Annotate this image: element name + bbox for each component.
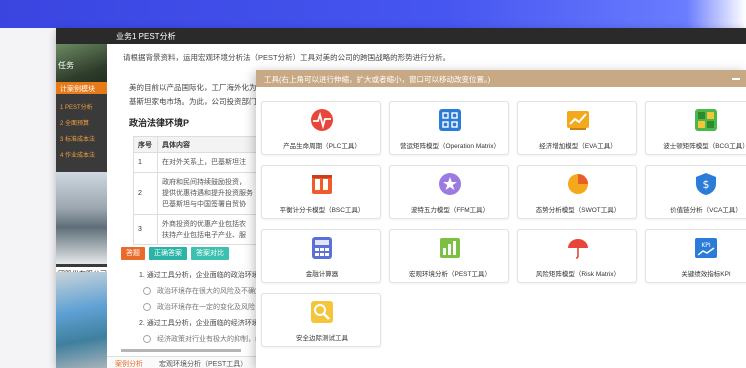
tool-swot[interactable]: 态势分析模型（SWOT工具）	[517, 165, 637, 219]
factory-photo	[56, 172, 107, 264]
calculator-icon	[312, 237, 332, 259]
row-content: 外商投资的优惠产业包括农 扶持产业包括电子产业、服	[157, 214, 268, 245]
tools-panel-title: 工具(右上角可以进行伸缩，扩大或者缩小，窗口可以移动改变位置。)	[264, 75, 491, 84]
pie-icon	[568, 174, 588, 194]
table-row: 2 政府和民间持续鼓励投资， 提供优惠待遇和提升投资服务 巴基斯坦与中国签署自贸…	[133, 172, 268, 215]
tools-panel-header[interactable]: 工具(右上角可以进行伸缩，扩大或者缩小，窗口可以移动改变位置。)	[256, 70, 746, 87]
trend-icon	[567, 111, 589, 130]
sidebar-task-label: 任务	[58, 61, 74, 70]
tab-case-analysis[interactable]: 案例分析	[115, 359, 143, 368]
tool-risk-matrix[interactable]: 风险矩阵模型（Risk Matrix）	[517, 229, 637, 283]
tool-bsc[interactable]: 平衡计分卡模型（BSC工具）	[261, 165, 381, 219]
bar-chart-icon	[440, 238, 460, 258]
tool-eva[interactable]: 经济增加模型（EVA工具）	[517, 101, 637, 155]
radio-option[interactable]: 政治环境存在一定的变化及风险，	[143, 302, 262, 312]
question-2: 2. 通过工具分析，企业面临的经济环境	[139, 320, 259, 327]
row-line: 提供优惠待遇和提升投资服务	[162, 190, 253, 197]
sidebar-item-budget[interactable]: 2 全面预算	[60, 118, 89, 127]
tool-label: 波士顿矩阵模型（BCG工具）	[663, 143, 746, 150]
row-number: 1	[133, 152, 158, 173]
matrix-icon	[695, 109, 717, 131]
table-header: 具体内容	[157, 136, 268, 153]
tool-label: 安全边际测试工具	[296, 335, 348, 342]
svg-text:KPI: KPI	[701, 242, 711, 249]
tool-label: 产品生命周期（PLC工具）	[283, 143, 361, 150]
row-line: 政府和民间持续鼓励投资，	[162, 179, 246, 186]
sidebar-item-activity-cost[interactable]: 4 作业成本法	[60, 150, 95, 159]
tab-pest[interactable]: 宏观环境分析（PEST工具）	[159, 359, 247, 368]
intro-text: 请根据背景资料，运用宏观环境分析法（PEST分析）工具对美的公司的跨国战略的形势…	[123, 53, 451, 62]
top-banner	[0, 0, 746, 28]
row-line: 巴基斯坦与中国签署自贸协	[162, 201, 246, 208]
tool-kpi[interactable]: KPI 关键绩效指标KPI	[645, 229, 746, 283]
scrollbar[interactable]	[121, 349, 241, 352]
row-line: 扶持产业包括电子产业、服	[162, 231, 246, 239]
correct-answer-button[interactable]: 正确答案	[149, 247, 187, 260]
tool-bcg[interactable]: 波士顿矩阵模型（BCG工具）	[645, 101, 746, 155]
tool-label: 波特五力模型（FFM工具）	[410, 207, 490, 214]
tool-label: 平衡计分卡模型（BSC工具）	[279, 207, 365, 214]
tool-label: 经济增加模型（EVA工具）	[539, 143, 617, 150]
radio-option[interactable]: 政治环境存在很大的风险及不确定	[143, 286, 262, 296]
magnifier-icon	[311, 301, 333, 323]
tool-pest[interactable]: 宏观环境分析（PEST工具）	[389, 229, 509, 283]
tool-label: 态势分析模型（SWOT工具）	[535, 207, 621, 214]
pest-table: 序号 具体内容 1 在对外关系上，巴基斯坦注 2 政府和民间持续鼓励投资， 提供…	[133, 136, 268, 245]
tool-ffm[interactable]: 波特五力模型（FFM工具）	[389, 165, 509, 219]
row-content: 在对外关系上，巴基斯坦注	[157, 152, 268, 173]
minimize-icon[interactable]	[732, 78, 740, 80]
tool-operation-matrix[interactable]: 营运矩阵模型（Operation Matrix）	[389, 101, 509, 155]
answer-button[interactable]: 答题	[121, 247, 145, 260]
tool-label: 关键绩效指标KPI	[681, 271, 731, 278]
tool-vca[interactable]: $ 价值链分析（VCA工具）	[645, 165, 746, 219]
sidebar-item-pest[interactable]: 1 PEST分析	[60, 102, 93, 111]
row-number: 3	[133, 214, 158, 245]
scorecard-icon	[312, 175, 332, 194]
grid-icon	[439, 109, 461, 131]
star-icon	[439, 173, 461, 195]
row-line: 在对外关系上，巴基斯坦注	[162, 159, 246, 166]
tool-label: 宏观环境分析（PEST工具）	[409, 271, 491, 278]
tool-plc[interactable]: 产品生命周期（PLC工具）	[261, 101, 381, 155]
tool-safety-margin[interactable]: 安全边际测试工具	[261, 293, 381, 347]
tool-label: 营运矩阵模型（Operation Matrix）	[399, 143, 501, 150]
table-row: 3 外商投资的优惠产业包括农 扶持产业包括电子产业、服	[133, 214, 268, 245]
sidebar-item-standard-cost[interactable]: 3 标准成本法	[60, 134, 95, 143]
table-row: 1 在对外关系上，巴基斯坦注	[133, 152, 268, 173]
row-number: 2	[133, 172, 158, 215]
row-content: 政府和民间持续鼓励投资， 提供优惠待遇和提升投资服务 巴基斯坦与中国签署自贸协	[157, 172, 268, 215]
svg-text:$: $	[703, 178, 710, 191]
tool-label: 金融计算器	[305, 271, 339, 278]
shield-dollar-icon: $	[696, 173, 716, 195]
background-text: 基斯坦家电市场。为此，公司投资部门	[129, 97, 257, 106]
row-line: 外商投资的优惠产业包括农	[162, 220, 246, 228]
kpi-icon: KPI	[695, 238, 717, 258]
background-text: 美的目前以产品国际化，工厂海外化为	[129, 83, 257, 92]
section-title: 政治法律环境P	[129, 118, 190, 128]
tool-label: 风险矩阵模型（Risk Matrix）	[535, 271, 621, 278]
module-title: 业务1 PEST分析	[56, 28, 746, 44]
question-1: 1. 通过工具分析，企业面临的政治环境	[139, 272, 259, 279]
pulse-icon	[311, 109, 333, 131]
compare-answer-button[interactable]: 答案对比	[191, 247, 229, 260]
sidebar-item-case-module[interactable]: 计案例模块	[56, 82, 107, 94]
tool-label: 价值链分析（VCA工具）	[670, 207, 742, 214]
campus-photo	[56, 272, 107, 368]
sidebar: 任务 计案例模块 1 PEST分析 2 全面预算 3 标准成本法 4 作业成本法…	[56, 44, 107, 368]
answer-buttons: 答题 正确答案 答案对比	[121, 247, 229, 260]
umbrella-icon	[568, 239, 588, 259]
tool-calculator[interactable]: 金融计算器	[261, 229, 381, 283]
tools-panel[interactable]: 工具(右上角可以进行伸缩，扩大或者缩小，窗口可以移动改变位置。) 产品生命周期（…	[256, 70, 746, 368]
table-header: 序号	[133, 136, 158, 153]
radio-option[interactable]: 经济政策对行业有极大的抑制，经	[143, 334, 262, 344]
